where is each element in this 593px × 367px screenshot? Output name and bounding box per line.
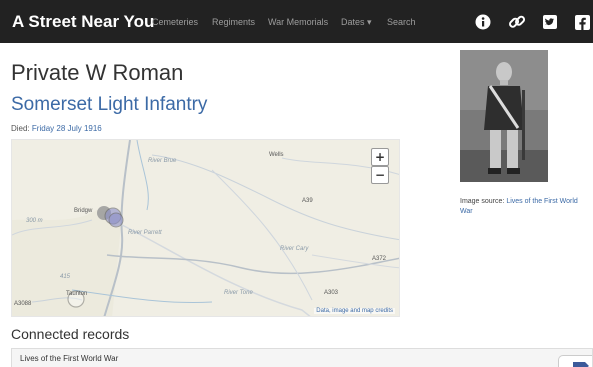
facebook-icon[interactable] xyxy=(572,12,592,32)
twitter-icon[interactable] xyxy=(540,12,560,32)
connected-records-heading: Connected records xyxy=(11,326,130,342)
map-label-taunton: Taunton xyxy=(66,291,88,297)
map[interactable]: River Brue Wells Bridgw 300 m A39 River … xyxy=(11,139,400,317)
map-label-river-parrett: River Parrett xyxy=(128,230,162,236)
map-label-height-415: 415 xyxy=(60,274,71,280)
map-label-river-brue: River Brue xyxy=(148,158,177,164)
map-label-bridgwater: Bridgw xyxy=(74,208,93,214)
map-label-river-cary: River Cary xyxy=(280,246,309,252)
zoom-in-button[interactable]: + xyxy=(371,148,389,166)
portrait-image xyxy=(460,50,548,182)
map-label-a372: A372 xyxy=(372,256,387,262)
map-label-a39: A39 xyxy=(302,198,313,204)
floating-widget-tab[interactable] xyxy=(558,355,592,367)
died-date-link[interactable]: Friday 28 July 1916 xyxy=(32,124,102,133)
image-source: Image source: Lives of the First World W… xyxy=(460,197,586,217)
record-panel: Lives of the First World War xyxy=(11,348,593,367)
died-line: Died: Friday 28 July 1916 xyxy=(11,124,102,133)
record-title[interactable]: Lives of the First World War xyxy=(20,354,118,363)
zoom-out-button[interactable]: − xyxy=(371,166,389,184)
map-label-river-tone: River Tone xyxy=(224,290,253,296)
widget-icon xyxy=(573,362,589,367)
nav-cemeteries[interactable]: Cemeteries xyxy=(152,17,198,27)
died-label: Died: xyxy=(11,124,30,133)
regiment-link[interactable]: Somerset Light Infantry xyxy=(11,94,207,116)
link-icon[interactable] xyxy=(507,12,527,32)
page-title: Private W Roman xyxy=(11,60,184,85)
nav-regiments[interactable]: Regiments xyxy=(212,17,255,27)
nav-war-memorials[interactable]: War Memorials xyxy=(268,17,328,27)
map-label-wells: Wells xyxy=(269,152,284,158)
map-label-a303: A303 xyxy=(324,290,339,296)
map-marker[interactable] xyxy=(108,212,124,228)
soldier-portrait[interactable] xyxy=(460,50,548,182)
site-brand[interactable]: A Street Near You xyxy=(12,12,154,32)
info-icon[interactable] xyxy=(473,12,493,32)
map-label-a3088: A3088 xyxy=(14,301,32,307)
map-attribution-link[interactable]: Data, image and map credits xyxy=(314,308,395,314)
nav-dates-dropdown[interactable]: Dates ▾ xyxy=(341,17,372,28)
map-label-height-300: 300 m xyxy=(26,218,43,224)
nav-search[interactable]: Search xyxy=(387,17,416,27)
image-source-label: Image source: xyxy=(460,198,505,205)
navbar: A Street Near You Cemeteries Regiments W… xyxy=(0,0,593,43)
